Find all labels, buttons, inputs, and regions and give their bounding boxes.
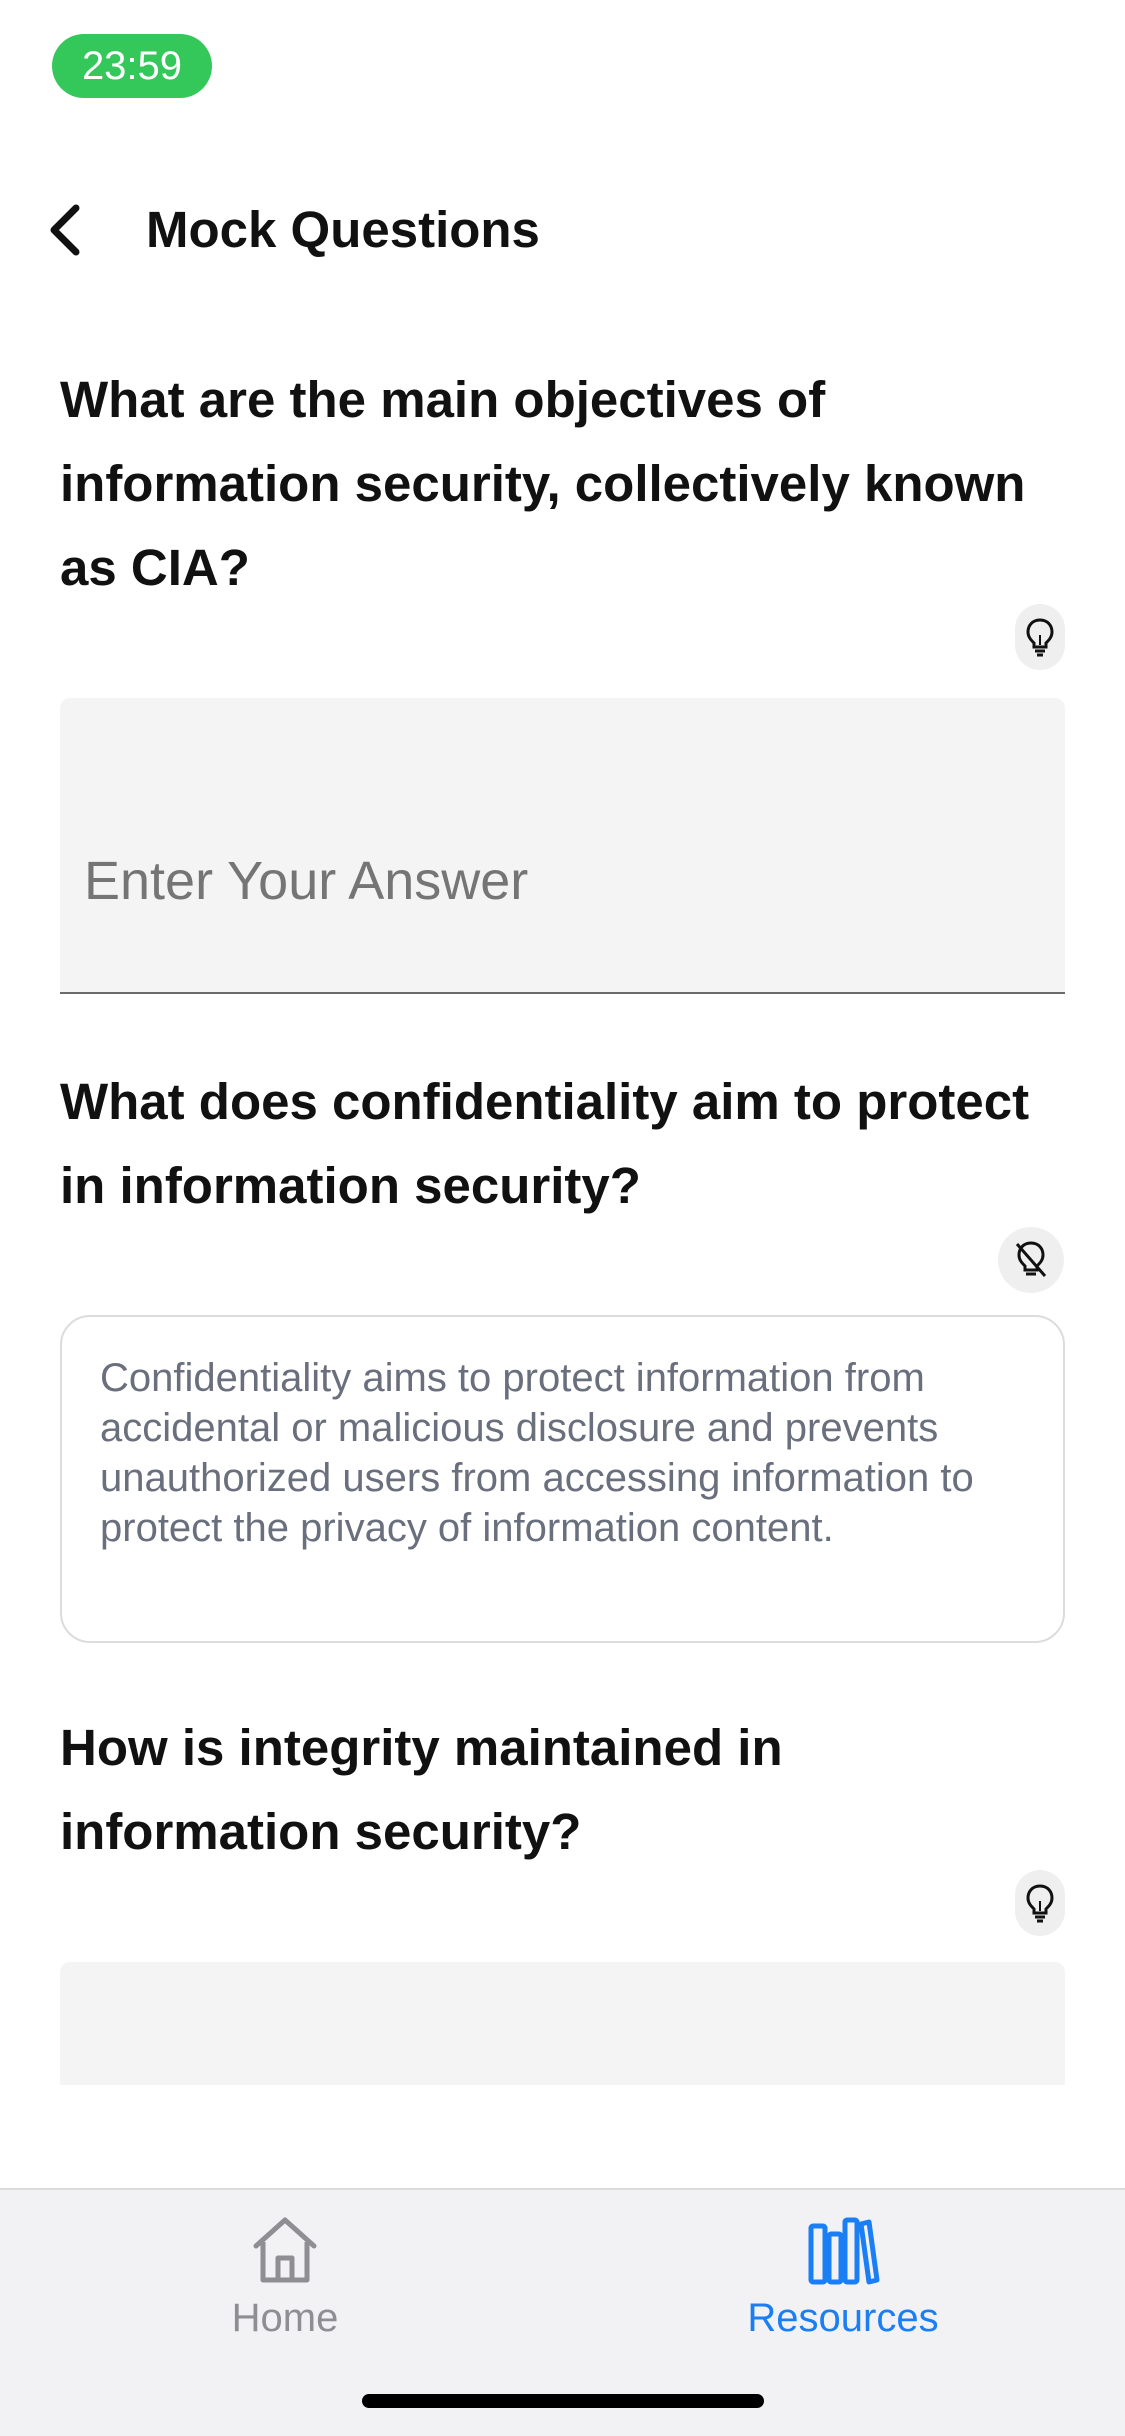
navigation-header: Mock Questions bbox=[0, 180, 1125, 280]
page-title: Mock Questions bbox=[146, 201, 540, 258]
tab-resources[interactable]: Resources bbox=[693, 2212, 993, 2352]
tab-home-label: Home bbox=[231, 2296, 339, 2340]
tab-resources-label: Resources bbox=[747, 2296, 939, 2340]
question-text: What does confidentiality aim to protect… bbox=[60, 1073, 1030, 1214]
hint-button[interactable] bbox=[1015, 604, 1065, 670]
tab-home[interactable]: Home bbox=[135, 2212, 435, 2352]
lightbulb-off-icon bbox=[1015, 1241, 1047, 1277]
books-icon bbox=[808, 2217, 880, 2285]
home-indicator bbox=[362, 2394, 764, 2408]
screen: 23:59 Mock Questions What are the main o… bbox=[0, 0, 1125, 2436]
chevron-left-icon bbox=[50, 204, 80, 256]
lightbulb-icon bbox=[1026, 618, 1054, 657]
questions-list[interactable]: What are the main objectives of informat… bbox=[0, 340, 1125, 2085]
status-time-pill: 23:59 bbox=[52, 34, 212, 98]
lightbulb-icon bbox=[1026, 1884, 1054, 1923]
house-icon bbox=[253, 2217, 317, 2283]
hint-button[interactable] bbox=[1015, 1870, 1065, 1936]
hint-button[interactable] bbox=[998, 1227, 1064, 1293]
question-text: How is integrity maintained in informati… bbox=[60, 1719, 783, 1860]
question-text: What are the main objectives of informat… bbox=[60, 371, 1026, 596]
revealed-answer: Confidentiality aims to protect informat… bbox=[60, 1315, 1065, 1643]
back-button[interactable] bbox=[38, 198, 94, 262]
answer-input[interactable] bbox=[60, 1962, 1065, 2085]
answer-input[interactable] bbox=[60, 698, 1065, 994]
